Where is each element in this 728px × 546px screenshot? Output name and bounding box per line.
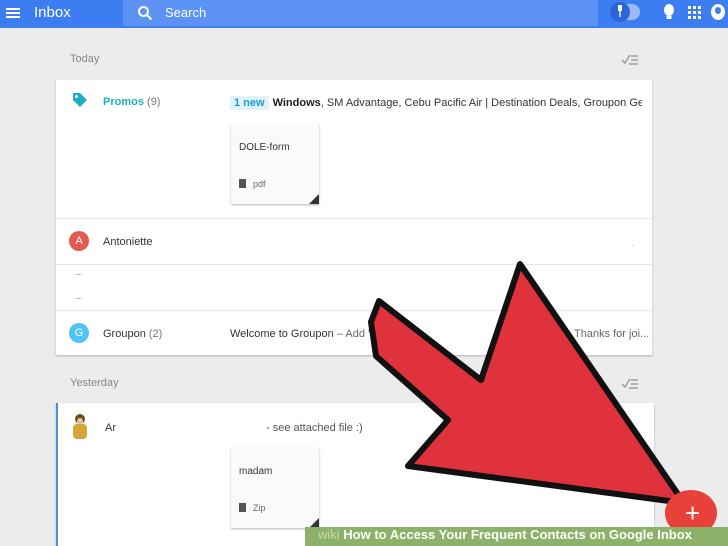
watermark-title: How to Access Your Frequent Contacts on …: [343, 527, 692, 542]
plus-icon: +: [685, 498, 701, 528]
pointer-arrow-icon: [368, 261, 687, 506]
watermark-text: wiki How to Access Your Frequent Contact…: [318, 527, 692, 542]
watermark-brand: wiki: [318, 527, 340, 542]
